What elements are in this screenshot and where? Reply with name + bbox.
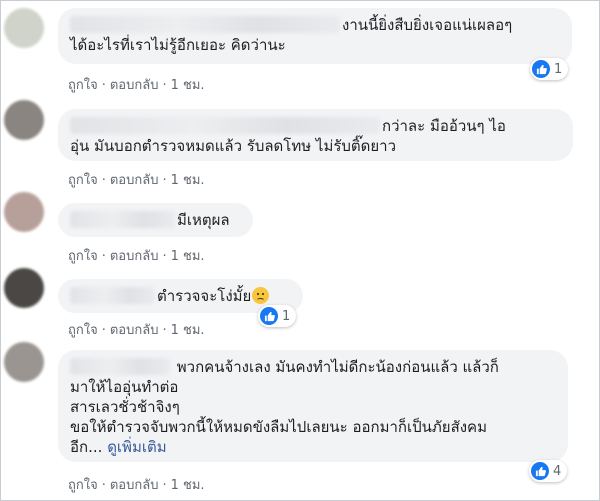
reaction-count: 4 xyxy=(553,463,562,479)
comment-actions: ถูกใจ · ตอบกลับ · 1 ชม. xyxy=(68,245,205,266)
comment-actions: ถูกใจ · ตอบกลับ · 1 ชม. xyxy=(68,319,205,340)
commenter-name[interactable] xyxy=(70,117,380,134)
separator: · xyxy=(162,478,167,493)
avatar[interactable] xyxy=(4,268,44,308)
separator: · xyxy=(101,249,106,264)
confused-face-emoji-icon xyxy=(252,287,270,304)
reply-button[interactable]: ตอบกลับ xyxy=(110,323,159,338)
like-button[interactable]: ถูกใจ xyxy=(68,249,98,264)
like-button[interactable]: ถูกใจ xyxy=(68,478,98,493)
commenter-name[interactable] xyxy=(70,287,155,304)
comment-time[interactable]: 1 ชม. xyxy=(171,323,205,338)
comment-text-line: ได้อะไรที่เราไม่รู้อีกเยอะ คิดว่านะ xyxy=(70,36,286,54)
comment-text-line: ขอให้ตำรวจจับพวกนี้ให้หมดขังลืมไปเลยนะ อ… xyxy=(70,418,487,436)
comment-time[interactable]: 1 ชม. xyxy=(171,478,205,493)
separator: · xyxy=(162,249,167,264)
separator: · xyxy=(162,78,167,93)
avatar[interactable] xyxy=(4,192,44,232)
commenter-name[interactable] xyxy=(70,358,170,375)
separator: · xyxy=(101,323,106,338)
avatar[interactable] xyxy=(4,100,44,140)
comment-text-line: พวกคนจ้างเลง มันคงทำไม่ดีกะน้องก่อนแล้ว … xyxy=(176,358,499,376)
comment-time[interactable]: 1 ชม. xyxy=(171,173,205,188)
comment-bubble: พวกคนจ้างเลง มันคงทำไม่ดีกะน้องก่อนแล้ว … xyxy=(58,350,568,462)
comment-text-line: สารเลวชั่วช้าจิงๆ xyxy=(70,398,180,416)
comment-time[interactable]: 1 ชม. xyxy=(171,78,205,93)
like-icon xyxy=(260,307,278,325)
comment-actions: ถูกใจ · ตอบกลับ · 1 ชม. xyxy=(68,169,205,190)
comment-text-line: อีก... xyxy=(70,438,103,456)
like-icon xyxy=(532,60,550,78)
comment-text-line: ตำรวจจะโง่มั้ย xyxy=(157,287,252,305)
comment-text-line: กว่าละ มืออ้วนๆ ไอ xyxy=(382,117,506,135)
reply-button[interactable]: ตอบกลับ xyxy=(110,78,159,93)
separator: · xyxy=(101,173,106,188)
reaction-badge[interactable]: 4 xyxy=(529,460,568,482)
comment-text-line: มีเหตุผล xyxy=(177,211,230,229)
separator: · xyxy=(162,173,167,188)
comment-time[interactable]: 1 ชม. xyxy=(171,249,205,264)
reaction-count: 1 xyxy=(282,308,291,324)
commenter-name[interactable] xyxy=(70,16,340,33)
comment-bubble: มีเหตุผล xyxy=(58,203,253,237)
reply-button[interactable]: ตอบกลับ xyxy=(110,173,159,188)
reply-button[interactable]: ตอบกลับ xyxy=(110,478,159,493)
comment-text-line: อุ่น มันบอกตำรวจหมดแล้ว รับลดโทษ ไม่รับต… xyxy=(70,137,397,155)
see-more-link[interactable]: ดูเพิ่มเติม xyxy=(107,438,166,456)
reaction-count: 1 xyxy=(554,61,563,77)
comment-bubble: งานนี้ยิ่งสืบยิ่งเจอแน่เผลอๆ ได้อะไรที่เ… xyxy=(58,8,572,64)
reaction-badge[interactable]: 1 xyxy=(258,305,297,327)
like-icon xyxy=(531,462,549,480)
separator: · xyxy=(162,323,167,338)
commenter-name[interactable] xyxy=(70,211,175,228)
comment-text-line: มาให้ไออุ่นทำต่อ xyxy=(70,378,179,396)
comment-actions: ถูกใจ · ตอบกลับ · 1 ชม. xyxy=(68,74,205,95)
like-button[interactable]: ถูกใจ xyxy=(68,173,98,188)
reaction-badge[interactable]: 1 xyxy=(530,58,569,80)
avatar[interactable] xyxy=(4,342,44,382)
comment-text-line: งานนี้ยิ่งสืบยิ่งเจอแน่เผลอๆ xyxy=(342,16,513,34)
separator: · xyxy=(101,478,106,493)
reply-button[interactable]: ตอบกลับ xyxy=(110,249,159,264)
comment-bubble: กว่าละ มืออ้วนๆ ไอ อุ่น มันบอกตำรวจหมดแล… xyxy=(58,109,573,161)
avatar[interactable] xyxy=(4,8,44,48)
comment-actions: ถูกใจ · ตอบกลับ · 1 ชม. xyxy=(68,474,205,495)
like-button[interactable]: ถูกใจ xyxy=(68,78,98,93)
separator: · xyxy=(101,78,106,93)
like-button[interactable]: ถูกใจ xyxy=(68,323,98,338)
